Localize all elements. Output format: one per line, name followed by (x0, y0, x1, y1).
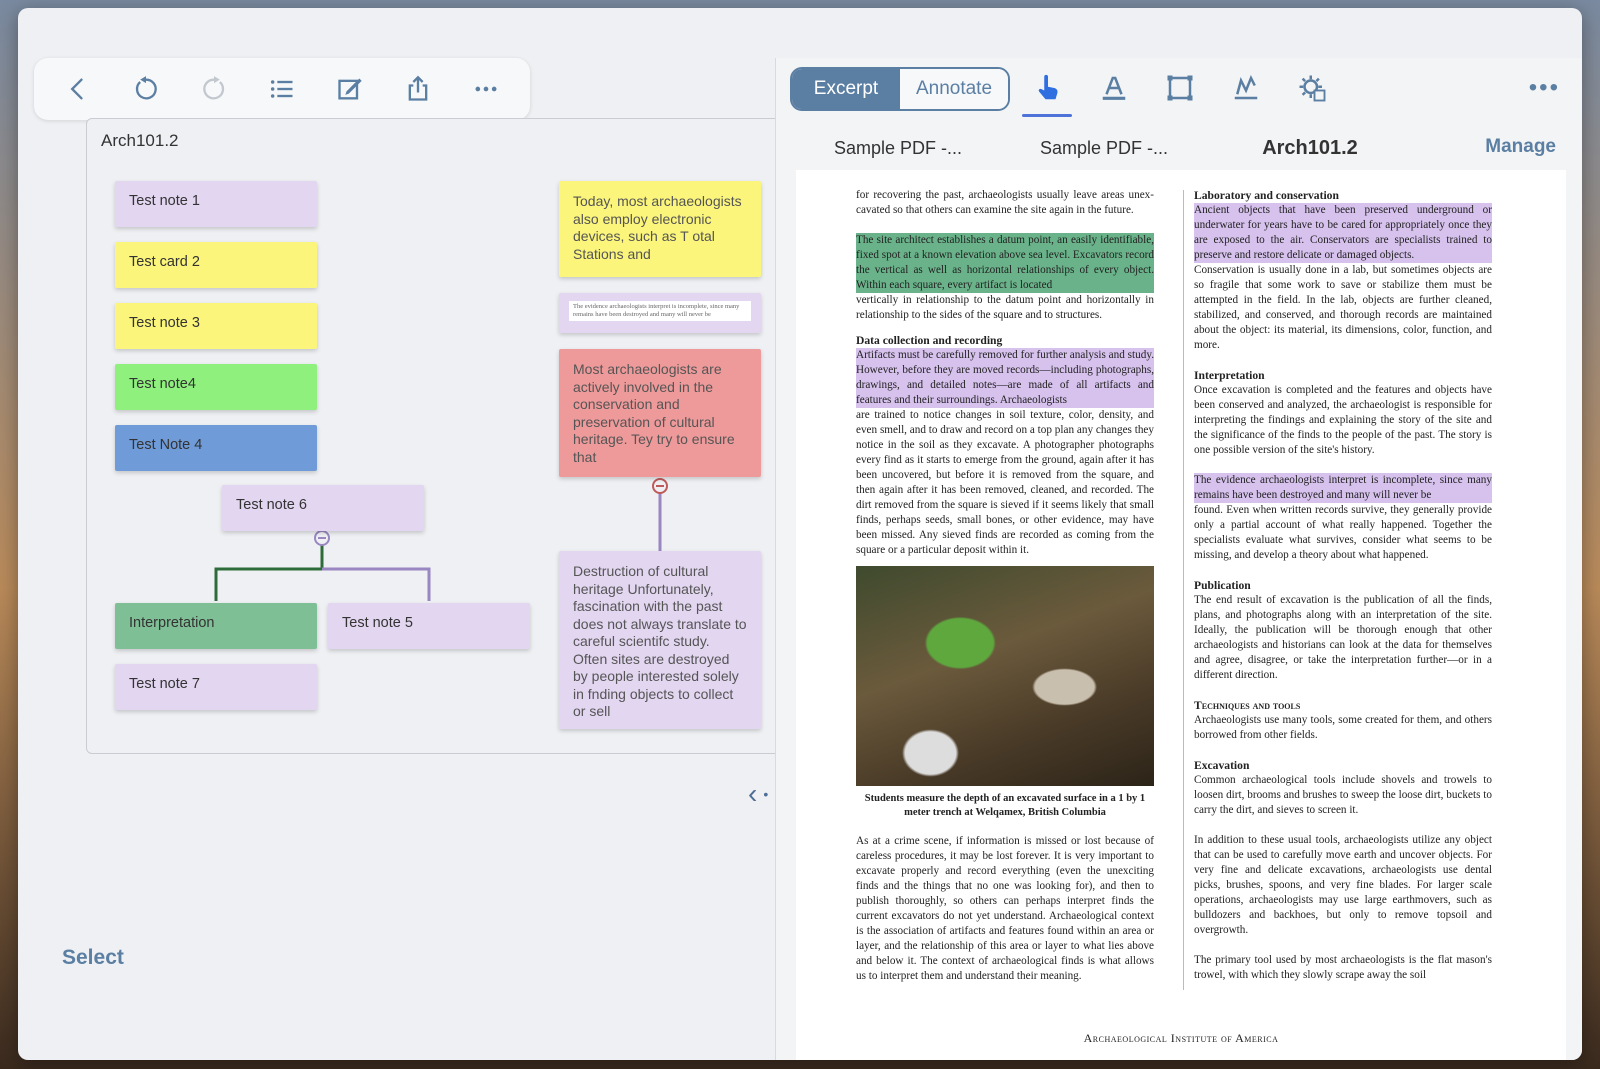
excavation-photo (856, 566, 1154, 786)
manage-button[interactable]: Manage (1485, 136, 1556, 158)
signature-icon[interactable] (1226, 68, 1266, 108)
card-test-note-7[interactable]: Test note 7 (115, 664, 317, 710)
card-test-note4[interactable]: Test note4 (115, 364, 317, 410)
excerpt-thumbnail: The evidence archaeologists interpret is… (569, 301, 751, 321)
paragraph: Conservation is usually done in a lab, b… (1194, 264, 1492, 351)
photo-caption: Students measure the depth of an excavat… (864, 793, 1146, 818)
paragraph: are trained to notice changes in soil te… (856, 409, 1154, 556)
paragraph: The end result of excavation is the publ… (1194, 594, 1492, 681)
card-excerpt-evidence[interactable]: The evidence archaeologists interpret is… (559, 293, 761, 333)
pdf-footer: Archaeological Institute of America (1083, 1031, 1279, 1045)
heading: Data collection and recording (856, 334, 1003, 347)
mode-segment: Excerpt Annotate (790, 67, 1010, 111)
green-highlight[interactable]: The site architect establishes a datum p… (856, 233, 1154, 293)
settings-icon[interactable] (1292, 68, 1332, 108)
heading: Publication (1194, 579, 1251, 592)
paragraph: found. Even when written records survive… (1194, 504, 1492, 561)
annotate-tab[interactable]: Annotate (900, 69, 1008, 109)
mindmap-canvas[interactable]: Arch101.2 Test note 1 Test card 2 Test n… (86, 118, 792, 754)
right-toolbar: Excerpt Annotate (790, 66, 1010, 112)
card-interpretation[interactable]: Interpretation (115, 603, 317, 649)
list-icon[interactable] (260, 67, 304, 111)
document-pane: Excerpt Annotate ••• Sample PDF -... Sam… (775, 58, 1582, 1060)
edit-icon[interactable] (328, 67, 372, 111)
paragraph: In addition to these usual tools, archae… (1194, 834, 1492, 936)
card-test-card-2[interactable]: Test card 2 (115, 242, 317, 288)
card-electronic-devices[interactable]: Today, most archaeologists also employ e… (559, 181, 761, 277)
share-icon[interactable] (396, 67, 440, 111)
column-divider (1183, 190, 1184, 990)
prev-arrow-icon[interactable]: ‹ (748, 778, 757, 810)
tab-sample-pdf-2[interactable]: Sample PDF -... (1004, 128, 1204, 168)
more-icon[interactable] (464, 67, 508, 111)
undo-icon[interactable] (124, 67, 168, 111)
pdf-column-1: for recovering the past, archaeologists … (856, 188, 1154, 984)
card-destruction-heritage[interactable]: Destruction of cultural heritage Unfortu… (559, 551, 761, 729)
purple-highlight[interactable]: Ancient objects that have been preserved… (1194, 203, 1492, 263)
tab-arch101[interactable]: Arch101.2 (1210, 128, 1410, 168)
text-highlight-icon[interactable] (1094, 68, 1134, 108)
pdf-column-2: Laboratory and conservation Ancient obje… (1194, 188, 1492, 983)
card-test-note-6[interactable]: Test note 6 (222, 485, 424, 531)
card-test-note-3[interactable]: Test note 3 (115, 303, 317, 349)
purple-highlight[interactable]: The evidence archaeologists interpret is… (1194, 473, 1492, 503)
card-test-note-5[interactable]: Test note 5 (328, 603, 530, 649)
paragraph: vertically in relationship to the datum … (856, 294, 1154, 321)
more-options-icon[interactable]: ••• (1529, 74, 1560, 102)
paragraph: Once excavation is completed and the fea… (1194, 384, 1492, 456)
heading: Interpretation (1194, 369, 1265, 382)
excerpt-tab[interactable]: Excerpt (792, 69, 900, 109)
left-toolbar (34, 58, 530, 120)
rectangle-select-icon[interactable] (1160, 68, 1200, 108)
paragraph: Archaeologists use many tools, some crea… (1194, 714, 1492, 741)
paragraph: As at a crime scene, if information is m… (856, 835, 1154, 982)
card-test-note-4[interactable]: Test Note 4 (115, 425, 317, 471)
active-tool-indicator (1022, 114, 1072, 117)
paragraph: for recovering the past, archaeologists … (856, 189, 1154, 216)
card-test-note-1[interactable]: Test note 1 (115, 181, 317, 227)
paragraph: The primary tool used by most archaeolog… (1194, 954, 1492, 981)
select-button[interactable]: Select (62, 946, 124, 970)
heading: Excavation (1194, 759, 1250, 772)
heading: Techniques and tools (1194, 699, 1301, 712)
canvas-title: Arch101.2 (101, 131, 179, 150)
app-window: Arch101.2 Test note 1 Test card 2 Test n… (18, 8, 1582, 1060)
document-tabs: Sample PDF -... Sample PDF -... Arch101.… (798, 128, 1578, 168)
tab-sample-pdf-1[interactable]: Sample PDF -... (798, 128, 998, 168)
hand-pointer-icon[interactable] (1028, 68, 1068, 108)
paragraph: Common archaeological tools include shov… (1194, 774, 1492, 816)
redo-icon[interactable] (192, 67, 236, 111)
pdf-page[interactable]: for recovering the past, archaeologists … (796, 170, 1566, 1060)
heading: Laboratory and conservation (1194, 189, 1339, 202)
card-conservation[interactable]: Most archaeologists are actively involve… (559, 349, 761, 477)
nav-dot-icon: • (763, 786, 769, 802)
back-icon[interactable] (56, 67, 100, 111)
purple-highlight[interactable]: Artifacts must be carefully removed for … (856, 348, 1154, 408)
